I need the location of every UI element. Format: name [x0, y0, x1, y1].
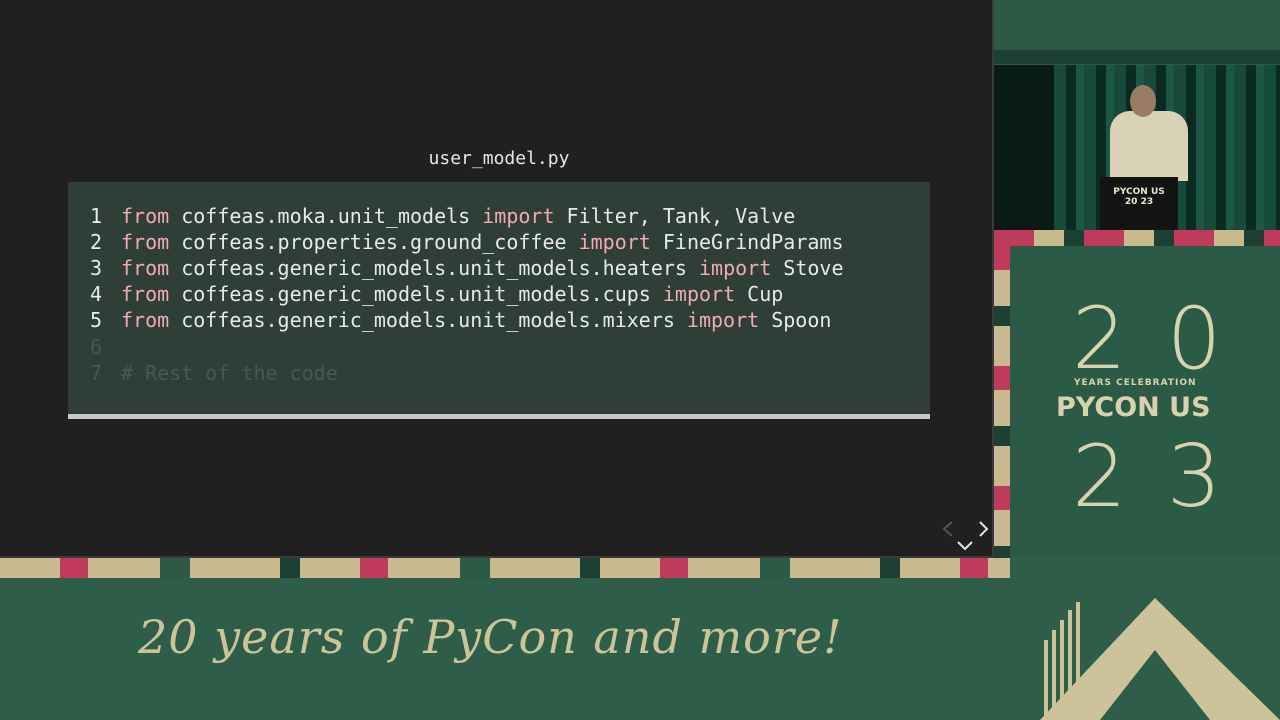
chevron-down-icon[interactable] — [957, 541, 973, 551]
module-path: coffeas.properties.ground_coffee — [169, 230, 579, 254]
faded-comment: # Rest of the code — [121, 361, 338, 385]
module-path: coffeas.generic_models.unit_models.cups — [169, 282, 663, 306]
chevron-left-icon[interactable] — [942, 521, 953, 537]
keyword-from: from — [121, 204, 170, 228]
podium: PYCON US 20 23 — [1100, 177, 1178, 230]
decorative-strip — [994, 230, 1280, 246]
sidebar-divider — [994, 50, 1280, 64]
module-path: coffeas.moka.unit_models — [169, 204, 483, 228]
line-number: 3 — [90, 256, 103, 280]
keyword-import: import — [662, 282, 736, 306]
imported-names: Spoon — [759, 308, 832, 332]
logo-conference-name: PYCON US — [1056, 392, 1211, 423]
speaker-video: PYCON US 20 23 — [994, 65, 1280, 230]
code-block: 1 from coffeas.moka.unit_models import Fi… — [68, 182, 930, 419]
module-path: coffeas.generic_models.unit_models.mixer… — [169, 308, 687, 332]
keyword-import: import — [686, 308, 760, 332]
keyword-from: from — [121, 256, 170, 280]
code-line-faded: 7 # Rest of the code — [90, 360, 338, 386]
code-line-faded: 6 — [90, 334, 121, 360]
code-line: 1 from coffeas.moka.unit_models import Fi… — [90, 203, 795, 229]
keyword-import: import — [698, 256, 772, 280]
decorative-border — [994, 246, 1010, 558]
code-line: 2 from coffeas.properties.ground_coffee i… — [90, 229, 843, 255]
line-number: 5 — [90, 308, 103, 332]
podium-year: 20 23 — [1124, 197, 1154, 207]
stage-shadow — [994, 65, 1054, 230]
imported-names: Filter, Tank, Valve — [554, 204, 796, 228]
presentation-slide: user_model.py 1 from coffeas.moka.unit_mo… — [0, 0, 994, 558]
keyword-from: from — [121, 230, 170, 254]
decorative-pattern-strip — [0, 558, 1010, 578]
speaker-head — [1130, 85, 1156, 117]
line-number: 2 — [90, 230, 103, 254]
logo-year-top: 20 — [1072, 289, 1262, 389]
line-number: 4 — [90, 282, 103, 306]
module-path: coffeas.generic_models.unit_models.heate… — [169, 256, 699, 280]
slide-navigation[interactable] — [940, 516, 990, 554]
event-tagline: 20 years of PyCon and more! — [138, 610, 843, 664]
logo-years-celebration: YEARS CELEBRATION — [1074, 378, 1197, 388]
imported-names: Stove — [771, 256, 844, 280]
keyword-from: from — [121, 282, 170, 306]
chevron-right-icon[interactable] — [979, 521, 989, 537]
keyword-import: import — [482, 204, 555, 228]
podium-label: PYCON US — [1113, 187, 1165, 197]
line-number: 6 — [90, 335, 103, 359]
keyword-from: from — [121, 308, 170, 332]
code-line: 3 from coffeas.generic_models.unit_models… — [90, 255, 843, 281]
line-number: 1 — [90, 204, 103, 228]
mountain-graphic — [1040, 598, 1280, 720]
code-line: 4 from coffeas.generic_models.unit_models… — [90, 281, 783, 307]
imported-names: FineGrindParams — [650, 230, 844, 254]
imported-names: Cup — [735, 282, 784, 306]
code-filename: user_model.py — [428, 148, 570, 169]
speaker-body — [1110, 111, 1188, 181]
keyword-import: import — [578, 230, 651, 254]
logo-year-bottom: 23 — [1072, 427, 1262, 527]
line-number: 7 — [90, 361, 103, 385]
code-line: 5 from coffeas.generic_models.unit_models… — [90, 307, 831, 333]
